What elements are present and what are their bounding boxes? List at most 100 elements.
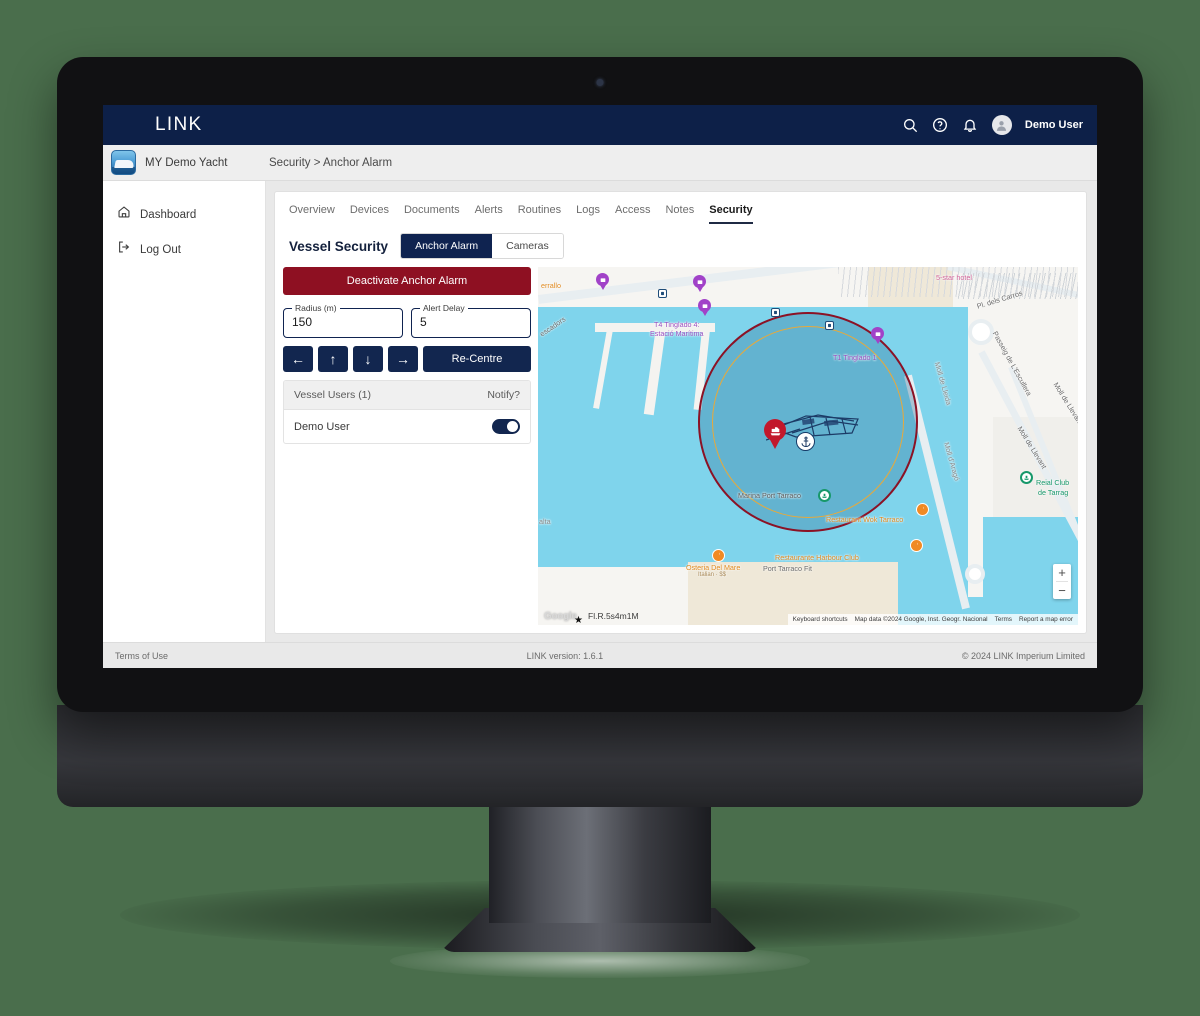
- tab-logs[interactable]: Logs: [576, 204, 600, 224]
- poi-marker-building-1[interactable]: [596, 273, 609, 286]
- map-zoom-controls: + −: [1053, 564, 1071, 599]
- poi-marker-building-3[interactable]: [698, 299, 711, 312]
- table-header-row: Vessel Users (1) Notify?: [284, 381, 530, 410]
- version-label: LINK version: 1.6.1: [526, 650, 604, 661]
- notify-column-label: Notify?: [487, 389, 520, 401]
- pan-right-button[interactable]: →: [388, 346, 418, 372]
- alert-delay-input[interactable]: [420, 314, 522, 333]
- vessel-name-label: MY Demo Yacht: [145, 156, 228, 169]
- vessel-selector[interactable]: MY Demo Yacht: [103, 150, 266, 175]
- poi-marker-restaurant-2[interactable]: [910, 539, 923, 552]
- content-card: Overview Devices Documents Alerts Routin…: [274, 191, 1087, 634]
- sidebar-item-dashboard[interactable]: Dashboard: [103, 197, 265, 232]
- tab-notes[interactable]: Notes: [665, 204, 694, 224]
- terms-of-use-link[interactable]: Terms of Use: [115, 651, 168, 661]
- map-label: Reial Club: [1036, 478, 1070, 487]
- map-attribution: Keyboard shortcuts Map data ©2024 Google…: [787, 614, 1078, 625]
- monitor-stand-neck: [489, 805, 711, 923]
- poi-marker-building-2[interactable]: [693, 275, 706, 288]
- pan-left-button[interactable]: ←: [283, 346, 313, 372]
- pan-controls: ← ↑ ↓ → Re-Centre: [283, 346, 531, 372]
- radius-label: Radius (m): [295, 303, 337, 313]
- pan-up-button[interactable]: ↑: [318, 346, 348, 372]
- work-area: Deactivate Anchor Alarm Radius (m) 150 A…: [275, 267, 1086, 633]
- tab-security[interactable]: Security: [709, 204, 753, 224]
- radius-input[interactable]: [292, 314, 394, 333]
- poi-marker-marina[interactable]: [818, 489, 831, 502]
- map-label: errallo: [541, 281, 561, 290]
- segment-cameras[interactable]: Cameras: [492, 234, 563, 258]
- anchor-alarm-controls: Deactivate Anchor Alarm Radius (m) 150 A…: [283, 267, 531, 625]
- app-logo[interactable]: LINK: [155, 114, 202, 136]
- zoom-out-button[interactable]: −: [1053, 582, 1071, 599]
- segmented-control: Anchor Alarm Cameras: [400, 233, 564, 259]
- zoom-in-button[interactable]: +: [1053, 564, 1071, 581]
- tab-overview[interactable]: Overview: [289, 204, 335, 224]
- map-label: Osteria Del Mare: [686, 563, 741, 572]
- page-footer: Terms of Use LINK version: 1.6.1 © 2024 …: [103, 642, 1097, 668]
- webcam-icon: [596, 79, 604, 86]
- tab-alerts[interactable]: Alerts: [475, 204, 503, 224]
- search-icon[interactable]: [902, 117, 919, 134]
- tab-routines[interactable]: Routines: [518, 204, 561, 224]
- poi-marker-transit-3[interactable]: [825, 321, 834, 330]
- map-label: Italian · $$: [698, 572, 727, 578]
- keyboard-shortcuts-link[interactable]: Keyboard shortcuts: [793, 616, 848, 623]
- poi-marker-restaurant-3[interactable]: [916, 503, 929, 516]
- poi-marker-transit-2[interactable]: [771, 308, 780, 317]
- tab-devices[interactable]: Devices: [350, 204, 389, 224]
- avatar[interactable]: [991, 115, 1012, 135]
- vessel-users-table: Vessel Users (1) Notify? Demo User: [283, 380, 531, 444]
- map-roundabout-1: [968, 319, 994, 345]
- panel-header: Vessel Security Anchor Alarm Cameras: [275, 224, 1086, 267]
- poi-marker-club[interactable]: [1020, 471, 1033, 484]
- deactivate-anchor-alarm-button[interactable]: Deactivate Anchor Alarm: [283, 267, 531, 295]
- map-label: T4 Tinglado 4:: [654, 320, 700, 329]
- map-label: Port Tarraco Fit: [763, 564, 812, 573]
- poi-marker-restaurant-1[interactable]: [712, 549, 725, 562]
- map-label: alta: [539, 517, 551, 526]
- monitor-chin: [57, 705, 1143, 807]
- table-row: Demo User: [284, 410, 530, 443]
- poi-marker-transit-1[interactable]: [658, 289, 667, 298]
- report-map-error-link[interactable]: Report a map error: [1019, 616, 1073, 623]
- sidebar-label-dashboard: Dashboard: [140, 208, 197, 221]
- notify-toggle[interactable]: [492, 419, 520, 434]
- sidebar-label-log-out: Log Out: [140, 243, 181, 256]
- segment-anchor-alarm[interactable]: Anchor Alarm: [401, 234, 493, 258]
- tab-documents[interactable]: Documents: [404, 204, 460, 224]
- poi-marker-building-4[interactable]: [871, 327, 884, 340]
- map-label: T1 Tinglado 1: [833, 353, 877, 362]
- tab-access[interactable]: Access: [615, 204, 650, 224]
- vessel-users-count-label: Vessel Users (1): [294, 389, 372, 401]
- user-name-label[interactable]: Demo User: [1025, 119, 1083, 131]
- breadcrumb: Security > Anchor Alarm: [269, 156, 393, 169]
- app-header: LINK Demo User: [103, 105, 1097, 145]
- page-title: Vessel Security: [289, 238, 389, 254]
- map-label: Restaurante Harbour Club: [775, 553, 859, 562]
- radius-field: Radius (m): [283, 303, 403, 338]
- google-logo: Google: [544, 611, 577, 622]
- map-data-credit: Map data ©2024 Google, Inst. Geogr. Naci…: [854, 616, 988, 623]
- map-roundabout-2: [965, 564, 985, 584]
- anchor-alarm-map[interactable]: errallo escadors T4 Tinglado 4: Estació …: [538, 267, 1078, 625]
- vessel-position-marker[interactable]: [764, 419, 786, 449]
- pan-down-button[interactable]: ↓: [353, 346, 383, 372]
- sidebar: Dashboard Log Out: [103, 181, 266, 642]
- re-centre-button[interactable]: Re-Centre: [423, 346, 531, 372]
- screen-content: LINK Demo User MY Demo Yacht Security > …: [103, 105, 1097, 668]
- notification-bell-icon[interactable]: [962, 117, 979, 134]
- anchor-position-marker[interactable]: [796, 432, 815, 451]
- field-row: Radius (m) Alert Delay: [283, 303, 531, 338]
- map-label: Restaurant Wok Tarraco: [826, 515, 904, 524]
- sidebar-item-log-out[interactable]: Log Out: [103, 232, 265, 267]
- map-label: 5-star hotel: [936, 273, 972, 282]
- logout-icon: [117, 240, 131, 259]
- help-icon[interactable]: [932, 117, 949, 134]
- home-icon: [117, 205, 131, 224]
- alert-delay-label: Alert Delay: [423, 303, 465, 313]
- desktop-scene: LINK Demo User MY Demo Yacht Security > …: [0, 0, 1200, 1016]
- sub-header: MY Demo Yacht Security > Anchor Alarm: [103, 145, 1097, 181]
- vessel-thumbnail-image: [111, 150, 136, 175]
- terms-link[interactable]: Terms: [995, 616, 1012, 623]
